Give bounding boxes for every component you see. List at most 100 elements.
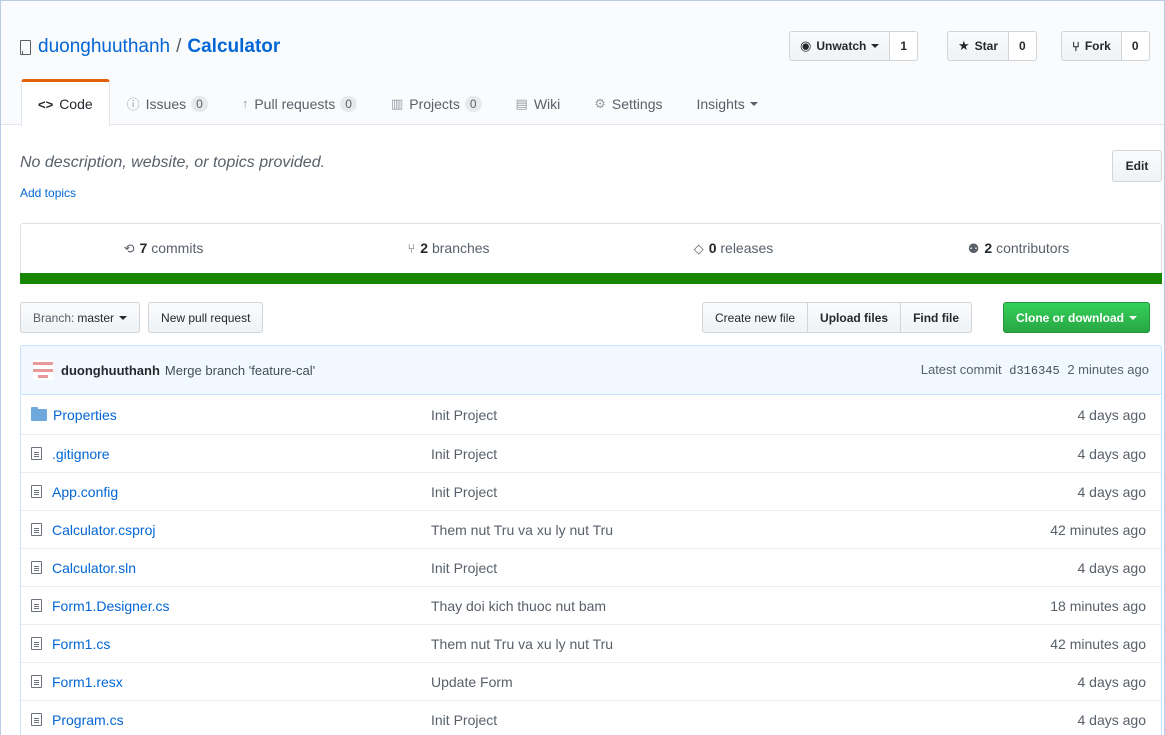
projects-counter: 0 (464, 95, 482, 112)
file-commit-message[interactable]: Init Project (431, 484, 497, 500)
releases-link[interactable]: ◇ 0 releases (591, 240, 876, 257)
language-bar[interactable] (20, 273, 1162, 284)
new-pull-request-button[interactable]: New pull request (148, 302, 264, 333)
commit-tease: duonghuuthanh Merge branch 'feature-cal'… (20, 345, 1162, 395)
table-row: Form1.resx Update Form 4 days ago (21, 662, 1161, 700)
file-link[interactable]: Program.cs (52, 712, 124, 728)
releases-label: releases (720, 239, 774, 256)
tab-code-label: Code (59, 96, 93, 112)
file-link[interactable]: Calculator.csproj (52, 522, 156, 538)
tab-wiki[interactable]: ▤ Wiki (499, 79, 578, 126)
table-row: Form1.Designer.cs Thay doi kich thuoc nu… (21, 586, 1161, 624)
numbers-summary: ⟲ 7 commits ⑂ 2 branches ◇ 0 releases ⚉ 2 co… (20, 223, 1162, 284)
chevron-down-icon (871, 44, 880, 48)
code-icon: <> (38, 96, 54, 112)
tab-settings-label: Settings (611, 95, 663, 112)
fork-button[interactable]: ⑂ Fork (1061, 31, 1122, 61)
branches-link[interactable]: ⑂ 2 branches (306, 240, 591, 256)
fork-count[interactable]: 0 (1121, 31, 1150, 61)
table-row: Calculator.sln Init Project 4 days ago (21, 548, 1161, 586)
commit-author-link[interactable]: duonghuuthanh (61, 363, 160, 378)
avatar[interactable] (33, 360, 53, 380)
file-commit-message[interactable]: Init Project (431, 446, 497, 462)
folder-icon (31, 407, 47, 421)
contributors-link[interactable]: ⚉ 2 contributors (876, 240, 1161, 257)
commit-meta: Latest commit d316345 2 minutes ago (921, 362, 1149, 378)
commit-sha-link[interactable]: d316345 (1009, 364, 1059, 378)
tab-projects-label: Projects (409, 95, 460, 112)
file-link[interactable]: Properties (53, 407, 117, 423)
tab-insights[interactable]: Insights (680, 79, 775, 126)
file-link[interactable]: Calculator.sln (52, 560, 136, 576)
table-row: Program.cs Init Project 4 days ago (21, 700, 1161, 735)
star-label: Star (974, 39, 998, 53)
branches-count: 2 (420, 240, 429, 256)
file-age: 18 minutes ago (1050, 597, 1146, 614)
unwatch-button[interactable]: ◉ Unwatch (789, 31, 891, 61)
fork-group: ⑂ Fork 0 (1061, 31, 1150, 61)
file-link[interactable]: Form1.Designer.cs (52, 598, 169, 614)
repo-header: duonghuuthanh / Calculator ◉ Unwatch 1 ★… (1, 1, 1164, 127)
file-commit-message[interactable]: Init Project (431, 407, 497, 423)
file-link[interactable]: Form1.cs (52, 636, 110, 652)
find-file-button[interactable]: Find file (900, 302, 973, 333)
history-icon: ⟲ (123, 240, 135, 256)
table-row: Calculator.csproj Them nut Tru va xu ly … (21, 510, 1161, 548)
branch-select[interactable]: Branch: master (20, 302, 141, 333)
repo-owner-link[interactable]: duonghuuthanh (38, 36, 170, 58)
clone-group: Clone or download (1003, 302, 1150, 333)
file-link[interactable]: .gitignore (52, 446, 110, 462)
repo-title: duonghuuthanh / Calculator (20, 35, 280, 59)
star-group: ★ Star 0 (947, 31, 1037, 61)
commit-age: 2 minutes ago (1067, 362, 1149, 377)
tab-projects[interactable]: ▥ Projects 0 (374, 79, 499, 126)
repo-separator: / (176, 36, 182, 57)
branch-prefix: Branch: (33, 310, 75, 325)
file-link[interactable]: Form1.resx (52, 674, 123, 690)
file-actions-group: Create new file Upload files Find file (702, 302, 973, 333)
star-icon: ★ (958, 38, 970, 53)
file-commit-message[interactable]: Init Project (431, 712, 497, 728)
tab-wiki-label: Wiki (533, 95, 561, 112)
watch-group: ◉ Unwatch 1 (789, 31, 919, 61)
commits-link[interactable]: ⟲ 7 commits (21, 240, 306, 257)
unwatch-label: Unwatch (816, 39, 867, 53)
file-commit-message[interactable]: Them nut Tru va xu ly nut Tru (431, 522, 613, 538)
file-icon (31, 561, 42, 574)
tab-pull-requests-label: Pull requests (254, 95, 336, 112)
branch-group: Branch: master New pull request (20, 302, 264, 333)
file-age: 4 days ago (1077, 673, 1147, 690)
commit-message-link[interactable]: Merge branch 'feature-cal' (165, 363, 315, 378)
repo-name-link[interactable]: Calculator (187, 36, 280, 58)
star-button[interactable]: ★ Star (947, 31, 1009, 61)
file-commit-message[interactable]: Them nut Tru va xu ly nut Tru (431, 636, 613, 652)
issue-icon: ⓘ (126, 97, 140, 112)
file-commit-message[interactable]: Update Form (431, 674, 513, 690)
tab-settings[interactable]: ⚙ Settings (577, 79, 679, 126)
file-commit-message[interactable]: Init Project (431, 560, 497, 576)
tab-pull-requests[interactable]: ↑ Pull requests 0 (225, 79, 374, 126)
edit-button[interactable]: Edit (1112, 150, 1162, 182)
file-link[interactable]: App.config (52, 484, 118, 500)
people-icon: ⚉ (967, 240, 980, 256)
file-commit-message[interactable]: Thay doi kich thuoc nut bam (431, 598, 606, 614)
file-icon (31, 447, 42, 460)
file-age: 4 days ago (1077, 407, 1147, 423)
pull-requests-counter: 0 (340, 95, 357, 112)
file-icon (31, 713, 42, 726)
clone-download-button[interactable]: Clone or download (1003, 302, 1150, 333)
file-age: 4 days ago (1077, 559, 1147, 576)
file-age: 4 days ago (1077, 711, 1147, 728)
upload-files-button[interactable]: Upload files (807, 302, 902, 333)
tab-code[interactable]: <> Code (21, 79, 110, 127)
star-count[interactable]: 0 (1009, 31, 1037, 61)
create-new-file-button[interactable]: Create new file (702, 302, 809, 333)
issues-counter: 0 (191, 95, 208, 112)
book-icon: ▤ (515, 95, 528, 111)
gear-icon: ⚙ (594, 95, 606, 111)
add-topics-link[interactable]: Add topics (20, 186, 76, 200)
contributors-count: 2 (984, 239, 993, 256)
releases-count: 0 (708, 239, 717, 256)
tab-issues[interactable]: ⓘ Issues 0 (110, 79, 225, 126)
watch-count[interactable]: 1 (890, 31, 919, 61)
